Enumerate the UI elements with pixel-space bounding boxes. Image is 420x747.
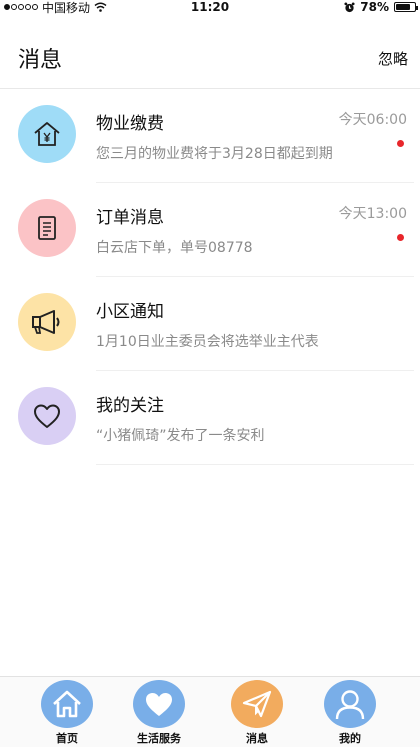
page-title: 消息	[18, 48, 63, 73]
header: 消息 忽略	[0, 36, 420, 76]
house-yen-icon	[18, 105, 76, 163]
message-item-following[interactable]: 我的关注 “小猪佩琦”发布了一条安利	[0, 371, 420, 465]
status-right: 78%	[344, 0, 418, 14]
message-title: 订单消息	[96, 208, 164, 228]
message-item-community-notice[interactable]: 小区通知 1月10日业主委员会将选举业主代表	[0, 277, 420, 371]
document-icon	[18, 199, 76, 257]
tab-label: 生活服务	[137, 732, 181, 745]
tab-mine[interactable]: 我的	[320, 680, 380, 746]
tab-home[interactable]: 首页	[37, 680, 97, 746]
message-time: 今天06:00	[338, 112, 407, 128]
heart-icon	[18, 387, 76, 445]
message-time: 今天13:00	[338, 206, 407, 222]
message-title: 我的关注	[96, 396, 164, 416]
tab-bar: 首页 生活服务 消息 我的	[0, 676, 420, 747]
tab-life-services[interactable]: 生活服务	[129, 680, 189, 746]
unread-dot	[397, 140, 404, 147]
battery-percent: 78%	[360, 0, 389, 14]
message-preview: 您三月的物业费将于3月28日都起到期	[96, 146, 333, 162]
person-icon	[324, 680, 376, 728]
ignore-button[interactable]: 忽略	[378, 48, 408, 69]
home-icon	[41, 680, 93, 728]
tab-label: 消息	[246, 732, 268, 745]
battery-level	[396, 4, 411, 10]
tab-messages[interactable]: 消息	[227, 680, 287, 746]
message-title: 物业缴费	[96, 114, 164, 134]
megaphone-icon	[18, 293, 76, 351]
message-preview: 1月10日业主委员会将选举业主代表	[96, 334, 319, 350]
message-item-property-fee[interactable]: 物业缴费 今天06:00 您三月的物业费将于3月28日都起到期	[0, 89, 420, 183]
tab-label: 我的	[339, 732, 361, 745]
heart-icon	[133, 680, 185, 728]
paper-plane-icon	[231, 680, 283, 728]
message-item-order[interactable]: 订单消息 今天13:00 白云店下单，单号08778	[0, 183, 420, 277]
message-list: 物业缴费 今天06:00 您三月的物业费将于3月28日都起到期 订单消息 今天1…	[0, 89, 420, 465]
battery-icon	[394, 2, 418, 12]
unread-dot	[397, 234, 404, 241]
message-preview: “小猪佩琦”发布了一条安利	[96, 428, 265, 444]
alarm-clock-icon	[344, 1, 355, 12]
status-bar: 中国移动 11:20 78%	[0, 0, 420, 15]
tab-label: 首页	[56, 732, 78, 745]
message-title: 小区通知	[96, 302, 164, 322]
message-preview: 白云店下单，单号08778	[96, 240, 253, 256]
